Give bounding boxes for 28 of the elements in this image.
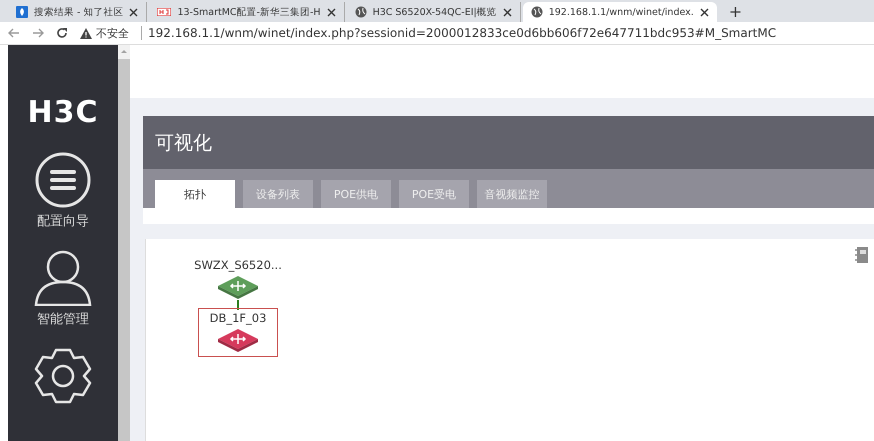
switch-icon[interactable] — [217, 328, 259, 352]
browser-tab[interactable]: 192.168.1.1/wnm/winet/index. — [522, 2, 717, 22]
close-icon[interactable] — [502, 8, 512, 16]
address-bar[interactable]: 192.168.1.1/wnm/winet/index.php?sessionid=2000012833ce0d6bb606f72e647711bdc953#M_SmartMC — [141, 26, 776, 40]
user-icon — [34, 250, 92, 306]
panel-title: 可视化 — [155, 130, 212, 156]
new-tab-button[interactable]: + — [718, 2, 752, 22]
document-icon — [16, 6, 28, 18]
back-icon[interactable] — [8, 28, 20, 38]
security-label[interactable]: 不安全 — [96, 26, 129, 40]
close-icon[interactable] — [326, 8, 336, 16]
warning-icon[interactable] — [80, 28, 92, 38]
globe-icon — [530, 6, 543, 18]
brand-icon — [157, 8, 172, 16]
device-node[interactable]: DB_1F_03 — [198, 308, 278, 357]
sidebar-item[interactable]: 智能管理 — [24, 250, 102, 328]
globe-icon — [354, 6, 367, 18]
panel-tab[interactable]: 拓扑 — [155, 180, 235, 208]
forward-icon[interactable] — [32, 28, 44, 38]
close-icon[interactable] — [700, 8, 709, 16]
reload-icon[interactable] — [56, 27, 68, 39]
settings-icon — [34, 348, 92, 404]
switch-icon[interactable] — [217, 275, 259, 299]
logo: H3C — [28, 95, 98, 130]
sidebar-item[interactable]: 配置向导 — [25, 152, 101, 230]
close-icon[interactable] — [129, 8, 138, 16]
notebook-icon[interactable] — [854, 247, 868, 263]
menu-icon — [35, 152, 91, 208]
